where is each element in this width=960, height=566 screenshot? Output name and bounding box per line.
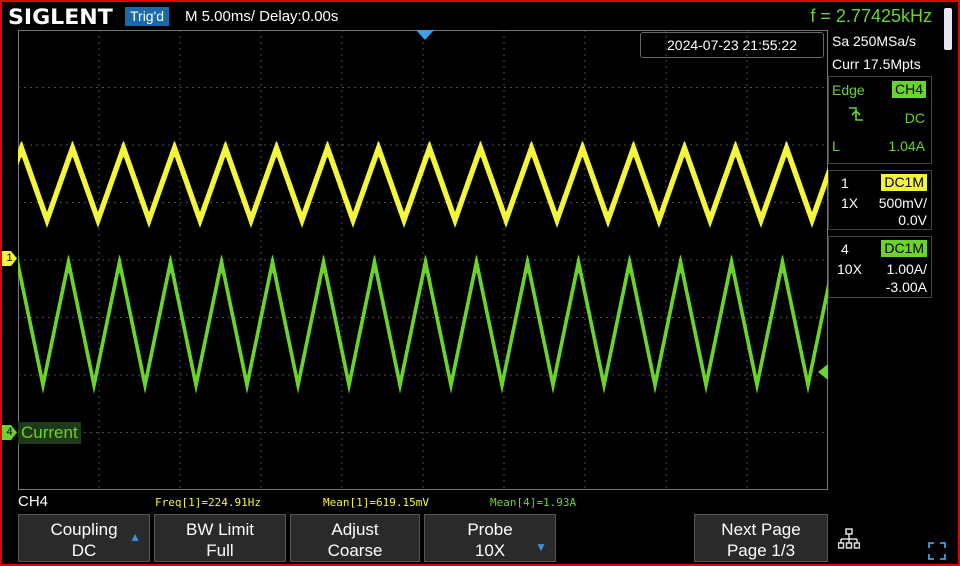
bw-limit-softkey-title: BW Limit: [186, 520, 254, 539]
measurement-mean4: Mean[4]=1.93A: [490, 496, 577, 509]
trigger-info-box[interactable]: Edge CH4 DC L 1.04A: [828, 76, 932, 164]
ch4-probe: 10X: [837, 261, 862, 277]
ch4-offset: -3.00A: [885, 279, 927, 295]
trigger-coupling: DC: [904, 110, 925, 126]
ch4-marker[interactable]: 4: [2, 425, 17, 440]
network-icon[interactable]: [838, 528, 860, 550]
brand-logo: SIGLENT: [8, 5, 113, 29]
trigger-status-badge: Trig'd: [125, 7, 170, 26]
up-arrow-icon: ▲: [129, 530, 141, 544]
down-arrow-icon: ▼: [535, 540, 547, 554]
next-page-softkey[interactable]: Next Page Page 1/3: [694, 514, 828, 562]
trigger-type: Edge: [832, 82, 865, 98]
measurement-mean1: Mean[1]=619.15mV: [323, 496, 429, 509]
ch1-waveform: [18, 141, 828, 228]
adjust-softkey[interactable]: Adjust Coarse: [290, 514, 420, 562]
measurement-freq1: Freq[1]=224.91Hz: [155, 496, 261, 509]
softkey-bar: Coupling DC ▲ BW Limit Full Adjust Coars…: [2, 512, 958, 564]
ch1-probe: 1X: [841, 195, 859, 211]
trigger-level: 1.04A: [888, 138, 925, 154]
ch4-coupling-badge: DC1M: [881, 240, 927, 257]
ch1-number: 1: [841, 175, 849, 191]
ch4-waveform-label: Current: [18, 422, 81, 444]
ch1-marker-label: 1: [6, 252, 13, 264]
ch4-marker-label: 4: [6, 426, 13, 438]
timebase-readout[interactable]: M 5.00ms/ Delay:0.00s: [185, 7, 338, 26]
fullscreen-icon[interactable]: [928, 542, 946, 560]
scroll-handle-icon[interactable]: [944, 8, 952, 50]
active-channel-label: CH4: [18, 493, 49, 510]
ch1-scale: 500mV/: [878, 195, 927, 211]
ch4-scale: 1.00A/: [886, 261, 927, 277]
trigger-level-marker[interactable]: [818, 364, 828, 380]
ch1-coupling-badge: DC1M: [881, 174, 927, 191]
ch4-info-box[interactable]: 4 DC1M 10X 1.00A/ -3.00A: [828, 236, 932, 298]
next-page-softkey-title: Next Page: [721, 520, 801, 539]
bw-limit-softkey-value: Full: [206, 541, 234, 560]
waveform-grid[interactable]: [18, 30, 828, 490]
ch1-info-box[interactable]: 1 DC1M 1X 500mV/ 0.0V: [828, 170, 932, 230]
waveforms: [18, 141, 828, 394]
rising-edge-icon: [849, 107, 863, 121]
coupling-softkey[interactable]: Coupling DC ▲: [18, 514, 150, 562]
graticule: [18, 30, 828, 490]
top-bar: SIGLENT Trig'd M 5.00ms/ Delay:0.00s f =…: [2, 2, 958, 50]
probe-softkey[interactable]: Probe 10X ▼: [424, 514, 556, 562]
trigger-level-prefix: L: [832, 138, 840, 154]
ch1-marker[interactable]: 1: [2, 251, 17, 266]
ch1-offset: 0.0V: [898, 212, 927, 228]
trigger-position-marker[interactable]: [416, 30, 434, 40]
trigger-source-badge: CH4: [891, 81, 926, 98]
oscilloscope-screen: SIGLENT Trig'd M 5.00ms/ Delay:0.00s f =…: [0, 0, 960, 566]
adjust-softkey-value: Coarse: [327, 541, 383, 560]
measurement-bar: CH4 Freq[1]=224.91Hz Mean[1]=619.15mV Me…: [2, 490, 958, 512]
adjust-softkey-title: Adjust: [331, 520, 379, 539]
ch4-number: 4: [841, 241, 849, 257]
memory-depth-readout: Curr 17.5Mpts: [832, 56, 921, 72]
frequency-readout: f = 2.77425kHz: [810, 6, 932, 26]
right-info-panel: Sa 250MSa/s Curr 17.5Mpts Edge CH4 DC L …: [828, 30, 932, 490]
sample-rate-readout: Sa 250MSa/s: [832, 33, 917, 49]
bw-limit-softkey[interactable]: BW Limit Full: [154, 514, 286, 562]
next-page-softkey-value: Page 1/3: [726, 541, 796, 560]
